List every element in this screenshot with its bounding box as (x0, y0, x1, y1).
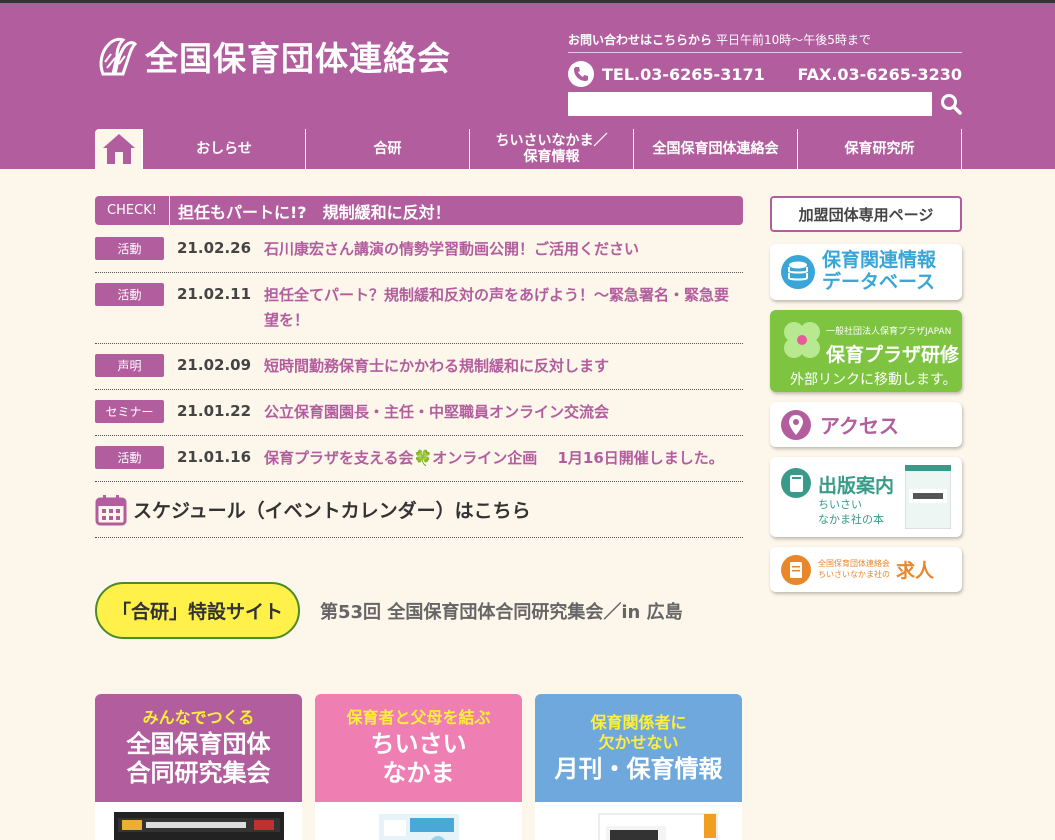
news-title-link[interactable]: 公立保育園園長・主任・中堅職員オンライン交流会 (264, 400, 743, 425)
news-title-link[interactable]: 石川康宏さん講演の情勢学習動画公開！ご活用ください (264, 237, 743, 262)
card-thumbnail-area (315, 802, 522, 840)
publications-subtitle: ちいさい なかま社の本 (818, 498, 884, 527)
hoiku-plaza-link[interactable]: 一般社団法人保育プラザJAPAN 保育プラザ研修 外部リンクに移動します。 (770, 310, 962, 392)
card-thumbnail-area (535, 802, 742, 840)
card-title: 月刊・保育情報 (554, 754, 723, 783)
card-header: 保育関係者に 欠かせない 月刊・保育情報 (535, 694, 742, 802)
search-button[interactable] (938, 91, 964, 117)
goken-poster-thumbnail (113, 812, 284, 840)
member-page-button[interactable]: 加盟団体専用ページ (770, 196, 962, 232)
book-cover-thumbnail (905, 465, 951, 529)
nav-item-research-institute[interactable]: 保育研究所 (798, 129, 962, 169)
calendar-icon (95, 494, 127, 525)
card-subtitle: 保育者と父母を結ぶ (346, 708, 491, 728)
sidebar: 加盟団体専用ページ 保育関連情報 データベース 一般社団法人保育プラザJAPAN… (770, 196, 962, 592)
news-item: 活動 21.01.16 保育プラザを支える会🍀オンライン企画 1月16日開催しま… (95, 436, 743, 482)
main-content: CHECK! 担任もパートに!? 規制緩和に反対！ 活動 21.02.26 石川… (95, 196, 743, 840)
news-title-link[interactable]: 担任全てパート？規制緩和反対の声をあげよう！～緊急署名・緊急要望を！ (264, 283, 743, 333)
publications-title: 出版案内 (818, 475, 895, 497)
news-title-link[interactable]: 短時間勤務保育士にかかわる規制緩和に反対します (264, 354, 743, 379)
news-item: セミナー 21.01.22 公立保育園園長・主任・中堅職員オンライン交流会 (95, 390, 743, 436)
card-title: 全国保育団体 合同研究集会 (126, 730, 271, 787)
news-category-badge: セミナー (95, 400, 164, 423)
site-header: 全国保育団体連絡会 お問い合わせはこちらから 平日午前10時～午後5時まで TEL… (0, 3, 1055, 169)
magazine-cover-thumbnail (378, 814, 459, 840)
nav-item-zenhoren[interactable]: 全国保育団体連絡会 (634, 129, 798, 169)
card-hoiku-joho[interactable]: 保育関係者に 欠かせない 月刊・保育情報 (535, 694, 742, 840)
magazine-cover-thumbnail (598, 813, 717, 840)
plaza-external-note: 外部リンクに移動します。 (790, 372, 957, 388)
card-thumbnail-area (95, 802, 302, 840)
contact-label: お問い合わせはこちらから (568, 33, 713, 47)
location-pin-icon (781, 409, 811, 440)
database-link[interactable]: 保育関連情報 データベース (770, 244, 962, 300)
book-icon (781, 468, 811, 498)
contact-hours: 平日午前10時～午後5時まで (716, 33, 871, 47)
news-date: 21.02.09 (177, 356, 252, 374)
plaza-org-name: 一般社団法人保育プラザJAPAN (826, 327, 952, 337)
phone-icon (568, 61, 594, 87)
home-icon (102, 134, 135, 164)
check-tag: CHECK! (95, 196, 170, 225)
feature-cards: みんなでつくる 全国保育団体 合同研究集会 保育者と父母を結ぶ ちいさい なかま… (95, 694, 742, 840)
news-title-link[interactable]: 保育プラザを支える会🍀オンライン企画 1月16日開催しました。 (264, 446, 743, 471)
news-date: 21.02.26 (177, 239, 252, 257)
schedule-link[interactable]: スケジュール（イベントカレンダー）はこちら (95, 482, 743, 538)
goken-site-button[interactable]: 「合研」特設サイト (95, 582, 300, 639)
database-icon (781, 255, 815, 289)
card-title: ちいさい なかま (370, 730, 467, 787)
check-text: 担任もパートに!? 規制緩和に反対！ (178, 202, 451, 222)
news-list: 活動 21.02.26 石川康宏さん講演の情勢学習動画公開！ご活用ください 活動… (95, 227, 743, 482)
card-subtitle: 保育関係者に 欠かせない (590, 712, 687, 752)
check-banner[interactable]: CHECK! 担任もパートに!? 規制緩和に反対！ (95, 196, 743, 225)
contact-info: お問い合わせはこちらから 平日午前10時～午後5時まで TEL.03-6265-3… (568, 31, 962, 87)
card-header: 保育者と父母を結ぶ ちいさい なかま (315, 694, 522, 802)
card-subtitle: みんなでつくる (142, 708, 255, 728)
news-date: 21.01.16 (177, 448, 252, 466)
news-date: 21.02.11 (177, 285, 252, 303)
recruitment-org-name: 全国保育団体連絡会 ちいさいなかま社の (818, 559, 890, 579)
nav-item-news[interactable]: おしらせ (143, 129, 306, 169)
goken-banner: 「合研」特設サイト 第53回 全国保育団体合同研究集会／in 広島 (95, 582, 683, 639)
card-goken[interactable]: みんなでつくる 全国保育団体 合同研究集会 (95, 694, 302, 840)
recruitment-link[interactable]: 全国保育団体連絡会 ちいさいなかま社の 求人 (770, 547, 962, 592)
publications-link[interactable]: 出版案内 ちいさい なかま社の本 (770, 457, 962, 537)
clover-icon (784, 322, 820, 358)
card-chiisai-nakama[interactable]: 保育者と父母を結ぶ ちいさい なかま (315, 694, 522, 840)
search-icon (941, 94, 962, 115)
goken-event-text: 第53回 全国保育団体合同研究集会／in 広島 (320, 601, 683, 623)
recruitment-label: 求人 (896, 560, 935, 582)
contact-numbers: TEL.03-6265-3171 FAX.03-6265-3230 (568, 61, 962, 87)
news-item: 活動 21.02.11 担任全てパート？規制緩和反対の声をあげよう！～緊急署名・… (95, 273, 743, 344)
nav-item-chiisai-nakama[interactable]: ちいさいなかま／ 保育情報 (470, 129, 634, 169)
fax-number: FAX.03-6265-3230 (797, 64, 963, 84)
news-category-badge: 活動 (95, 283, 164, 306)
news-item: 活動 21.02.26 石川康宏さん講演の情勢学習動画公開！ご活用ください (95, 227, 743, 273)
news-category-badge: 声明 (95, 354, 164, 377)
card-header: みんなでつくる 全国保育団体 合同研究集会 (95, 694, 302, 802)
site-title: 全国保育団体連絡会 (145, 39, 451, 78)
schedule-label: スケジュール（イベントカレンダー）はこちら (133, 500, 531, 522)
news-category-badge: 活動 (95, 237, 164, 260)
main-nav: おしらせ 合研 ちいさいなかま／ 保育情報 全国保育団体連絡会 保育研究所 (95, 129, 962, 169)
database-label: 保育関連情報 データベース (822, 249, 937, 293)
site-logo[interactable]: 全国保育団体連絡会 (95, 33, 451, 79)
nav-home[interactable] (95, 129, 143, 169)
search-input[interactable] (568, 92, 932, 116)
access-label: アクセス (820, 414, 899, 438)
document-icon (781, 554, 811, 585)
news-item: 声明 21.02.09 短時間勤務保育士にかかわる規制緩和に反対します (95, 344, 743, 390)
access-link[interactable]: アクセス (770, 402, 962, 447)
contact-hours-row: お問い合わせはこちらから 平日午前10時～午後5時まで (568, 31, 962, 53)
plaza-title: 保育プラザ研修 (826, 344, 960, 366)
hands-logo-icon (99, 37, 138, 76)
news-category-badge: 活動 (95, 446, 164, 469)
nav-item-goken[interactable]: 合研 (306, 129, 470, 169)
news-date: 21.01.22 (177, 402, 252, 420)
tel-number[interactable]: TEL.03-6265-3171 (602, 65, 798, 84)
